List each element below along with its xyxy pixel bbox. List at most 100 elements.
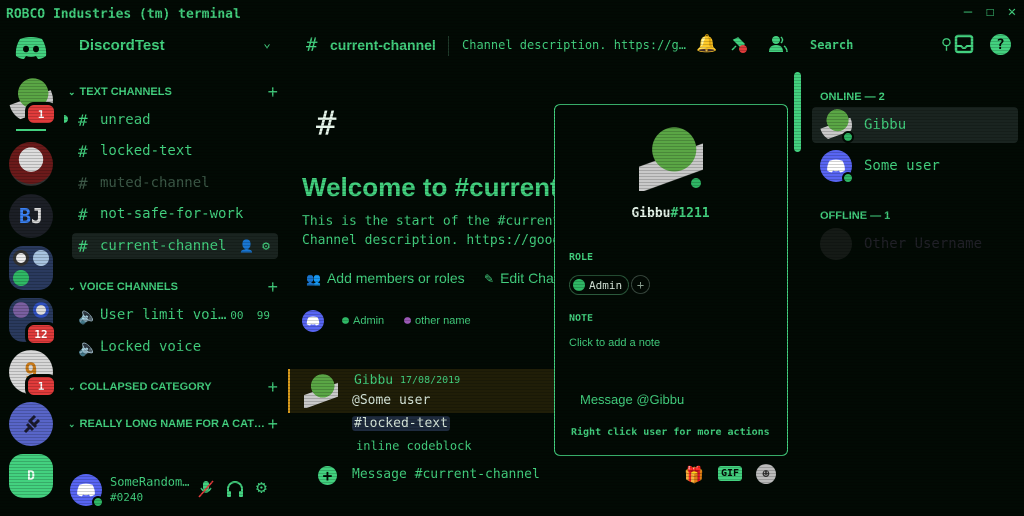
- server-icon-sketch[interactable]: [9, 142, 53, 186]
- user-discriminator: #0240: [110, 491, 144, 504]
- member-some-user[interactable]: Some user: [812, 148, 1018, 184]
- sketch-avatar: [9, 142, 53, 186]
- add-role-button[interactable]: +: [631, 275, 650, 294]
- search-input[interactable]: Search ⚲: [802, 34, 952, 58]
- create-channel-button[interactable]: +: [267, 377, 278, 398]
- mute-mic-icon[interactable]: [198, 480, 214, 502]
- channel-mention[interactable]: #locked-text: [352, 416, 450, 431]
- edit-channel-button[interactable]: ✎Edit Channel: [484, 270, 554, 286]
- close-button[interactable]: ✕: [1002, 4, 1022, 20]
- gear-icon[interactable]: ⚙: [262, 239, 270, 254]
- user-avatar[interactable]: [70, 474, 104, 508]
- server-icon-d[interactable]: D: [9, 454, 53, 498]
- home-button[interactable]: [14, 36, 48, 60]
- headphones-icon[interactable]: [226, 480, 244, 502]
- channel-name: current-channel: [100, 238, 227, 254]
- hashtag-lock-icon: #: [78, 236, 88, 256]
- message-timestamp: 17/08/2019: [400, 375, 461, 386]
- guild-header[interactable]: DiscordTest ⌄: [62, 28, 287, 64]
- invite-icon[interactable]: 👤: [239, 239, 254, 253]
- pin-icon[interactable]: [728, 34, 748, 58]
- note-input[interactable]: Click to add a note: [569, 337, 660, 349]
- channel-sidebar: DiscordTest ⌄ ⌄ TEXT CHANNELS + # unread…: [62, 28, 287, 516]
- user-panel: SomeRandom… #0240 ⚙: [70, 472, 280, 508]
- window-title: ROBCO Industries (tm) terminal: [6, 7, 241, 22]
- user-settings-gear-icon[interactable]: ⚙: [256, 477, 267, 498]
- unread-badge: 1: [25, 102, 57, 126]
- category-voice-channels[interactable]: ⌄ VOICE CHANNELS +: [68, 277, 278, 297]
- server-icon-bj[interactable]: BJ: [9, 194, 53, 238]
- header-divider: [448, 36, 449, 56]
- add-member-icon: 👥: [306, 272, 321, 286]
- welcome-line-2: Channel description. https://google.com: [302, 233, 554, 248]
- message-author[interactable]: Gibbu: [354, 373, 393, 388]
- member-list: ONLINE — 2 Gibbu Some user OFFLINE — 1 O…: [808, 64, 1024, 516]
- selected-indicator: [16, 129, 46, 131]
- channel-creator-avatar[interactable]: [302, 310, 324, 332]
- server-icon-pepe[interactable]: 1: [9, 78, 57, 126]
- channel-nsfw[interactable]: # not-safe-for-work: [72, 201, 278, 227]
- header-topic[interactable]: Channel description. https://g…: [462, 38, 686, 52]
- plug-icon: [9, 402, 53, 446]
- user-mention[interactable]: @Some user: [352, 393, 430, 408]
- unread-badge: 1: [25, 374, 57, 398]
- inbox-icon[interactable]: [954, 34, 974, 58]
- pencil-icon: ✎: [484, 272, 495, 286]
- channel-name: unread: [100, 112, 151, 128]
- channel-unread[interactable]: # unread: [72, 107, 278, 133]
- chevron-down-icon: ⌄: [68, 86, 76, 97]
- member-name: Some user: [864, 158, 940, 174]
- channel-muted[interactable]: # muted-channel: [72, 170, 278, 196]
- channel-hashtag-lock-icon: #: [316, 104, 337, 144]
- server-mini-icon: [33, 302, 49, 318]
- popout-message-input[interactable]: Message @Gibbu: [580, 392, 684, 407]
- member-avatar: [820, 228, 852, 260]
- channel-locked-text[interactable]: # locked-text: [72, 138, 278, 164]
- bell-icon[interactable]: 🔔: [696, 34, 717, 54]
- role-tag-admin: Admin: [342, 315, 384, 327]
- role-color-dot: [573, 279, 585, 291]
- channel-name: locked-text: [100, 143, 193, 159]
- category-collapsed[interactable]: ⌄ COLLAPSED CATEGORY +: [68, 377, 278, 397]
- channel-current[interactable]: # current-channel 👤 ⚙: [72, 233, 278, 259]
- create-channel-button[interactable]: +: [267, 414, 278, 435]
- emoji-icon[interactable]: ☻: [756, 464, 776, 484]
- member-other-username[interactable]: Other Username: [812, 226, 1018, 262]
- voice-channel-user-limit[interactable]: 🔈 User limit voi… 00 99: [72, 302, 278, 328]
- gift-icon[interactable]: 🎁: [684, 465, 704, 484]
- maximize-button[interactable]: ☐: [980, 4, 1000, 20]
- server-folder-2[interactable]: 12: [9, 298, 57, 346]
- add-members-button[interactable]: 👥 Add members or roles: [306, 270, 465, 286]
- user-popout: Gibbu#1211 ROLE Admin + NOTE Click to ad…: [554, 104, 788, 456]
- role-pill-admin[interactable]: Admin: [569, 275, 630, 295]
- server-icon-nine[interactable]: 9 1: [9, 350, 57, 398]
- welcome-title: Welcome to #current-channel!: [302, 172, 554, 202]
- members-list-icon[interactable]: [768, 35, 788, 57]
- inline-code: inline codeblock: [356, 439, 472, 453]
- speaker-lock-icon: 🔈: [78, 337, 98, 357]
- category-long-name[interactable]: ⌄ REALLY LONG NAME FOR A CAT… +: [68, 414, 278, 434]
- message-author-avatar[interactable]: [304, 374, 338, 408]
- hashtag-warning-icon: #: [78, 204, 88, 224]
- username: SomeRandom…: [110, 475, 190, 489]
- channel-name: Locked voice: [100, 339, 202, 355]
- create-channel-button[interactable]: +: [267, 277, 278, 298]
- header-channel-name: current-channel: [330, 37, 436, 53]
- member-gibbu[interactable]: Gibbu: [812, 107, 1018, 143]
- attach-plus-button[interactable]: +: [318, 466, 337, 485]
- note-heading: NOTE: [569, 313, 594, 324]
- role-heading: ROLE: [569, 252, 594, 263]
- gif-button[interactable]: GIF: [718, 466, 743, 481]
- chevron-down-icon: ⌄: [68, 281, 76, 292]
- category-text-channels[interactable]: ⌄ TEXT CHANNELS +: [68, 82, 278, 102]
- minimize-button[interactable]: —: [958, 4, 978, 20]
- help-icon[interactable]: ?: [990, 34, 1011, 55]
- scrollbar-thumb[interactable]: [794, 72, 801, 152]
- voice-channel-locked[interactable]: 🔈 Locked voice: [72, 334, 278, 360]
- channel-name: not-safe-for-work: [100, 206, 244, 222]
- role-tag-other: other name: [404, 315, 471, 327]
- create-channel-button[interactable]: +: [267, 82, 278, 103]
- server-folder-1[interactable]: [9, 246, 53, 290]
- server-icon-plug[interactable]: [9, 402, 53, 446]
- message-input[interactable]: Message #current-channel: [352, 467, 540, 482]
